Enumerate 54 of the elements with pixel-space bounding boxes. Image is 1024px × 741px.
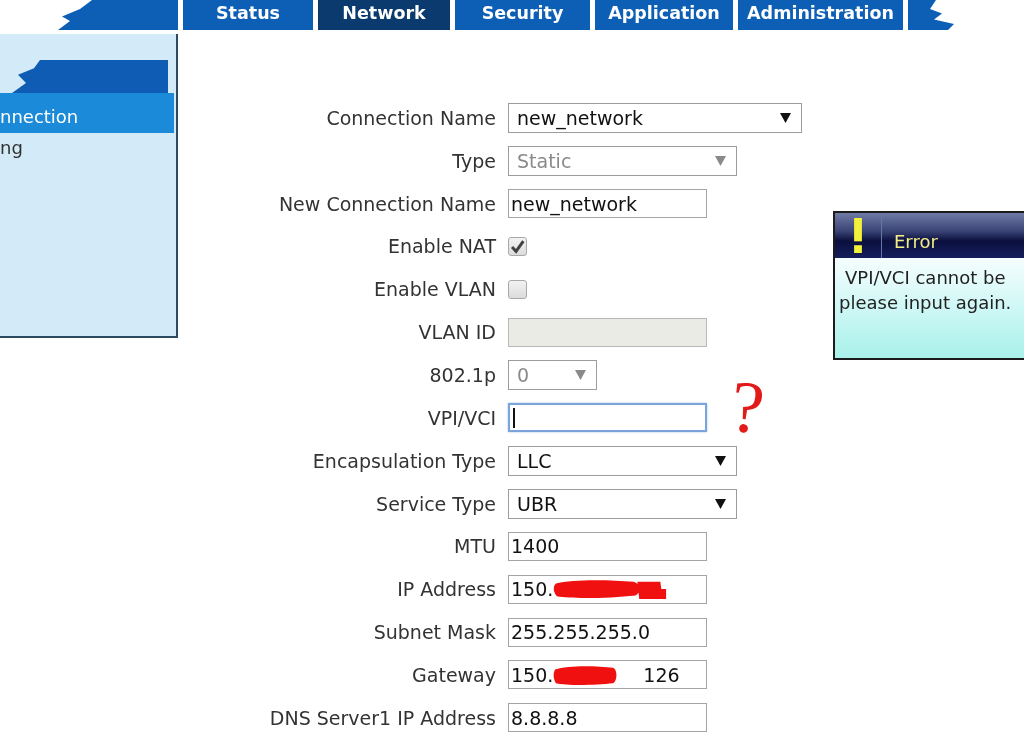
nav-tab[interactable]: Administration bbox=[738, 0, 903, 30]
text-field[interactable]: 8.8.8.8 bbox=[508, 703, 707, 733]
field-value: 150. bbox=[511, 578, 554, 601]
exclamation-icon bbox=[853, 218, 863, 253]
checkbox[interactable] bbox=[508, 279, 527, 299]
error-message: VPI/VCI cannot be bbox=[844, 266, 1007, 290]
error-message: please input again. bbox=[838, 291, 1013, 315]
dropdown[interactable]: new_network bbox=[508, 102, 802, 133]
field-label: Enable NAT bbox=[387, 235, 496, 258]
field-label: Service Type bbox=[376, 492, 496, 515]
field-value: 150. bbox=[511, 663, 554, 686]
text-field[interactable]: 255.255.255.0 bbox=[508, 617, 707, 647]
field-value: 8.8.8.8 bbox=[511, 706, 578, 729]
sidebar-item[interactable]: ng bbox=[0, 133, 176, 163]
field-label: Subnet Mask bbox=[373, 621, 496, 644]
text-field[interactable]: new_network bbox=[508, 189, 707, 219]
field-value: 126 bbox=[643, 663, 680, 686]
field-label: Enable VLAN bbox=[374, 278, 496, 301]
dropdown[interactable]: LLC bbox=[508, 445, 737, 476]
field-value: new_network bbox=[511, 192, 637, 215]
field-label: Gateway bbox=[412, 663, 496, 686]
caret-icon bbox=[715, 455, 726, 466]
caret-icon bbox=[575, 370, 586, 380]
caret-icon bbox=[715, 498, 726, 509]
field-label: Encapsulation Type bbox=[312, 449, 496, 472]
field-label: VLAN ID bbox=[418, 321, 496, 344]
caret-icon bbox=[715, 155, 726, 166]
field-label: Type bbox=[452, 149, 496, 172]
dialog-title: Error bbox=[893, 231, 938, 254]
field-label: VPI/VCI bbox=[427, 406, 496, 429]
field-label: MTU bbox=[454, 535, 496, 558]
text-field[interactable]: 1400 bbox=[508, 531, 707, 561]
dropdown[interactable]: UBR bbox=[508, 488, 737, 519]
field-label: IP Address bbox=[397, 578, 496, 601]
nav-tab[interactable]: Security bbox=[455, 0, 590, 30]
nav-tab[interactable]: Network bbox=[318, 0, 450, 30]
handwritten-note: ? bbox=[727, 368, 768, 446]
field-label: 802.1p bbox=[429, 364, 496, 386]
checkbox[interactable] bbox=[508, 236, 527, 256]
text-field[interactable]: 150. bbox=[508, 574, 707, 604]
field-label: New Connection Name bbox=[278, 192, 496, 215]
field-label: DNS Server1 IP Address bbox=[269, 706, 496, 729]
checkmark-icon bbox=[509, 237, 526, 255]
tab-bar-segment bbox=[908, 0, 954, 30]
field-label: Connection Name bbox=[326, 106, 496, 129]
nav-tab[interactable]: Application bbox=[595, 0, 733, 30]
text-field[interactable] bbox=[508, 403, 707, 433]
text-cursor-icon bbox=[513, 407, 515, 428]
field-value: 1400 bbox=[511, 535, 560, 558]
text-field[interactable]: 150. 126 bbox=[508, 660, 707, 690]
caret-icon bbox=[780, 112, 791, 123]
field-value: 255.255.255.0 bbox=[511, 621, 650, 644]
sidebar-item[interactable]: nnection bbox=[0, 93, 174, 133]
nav-tab[interactable]: Status bbox=[183, 0, 313, 30]
